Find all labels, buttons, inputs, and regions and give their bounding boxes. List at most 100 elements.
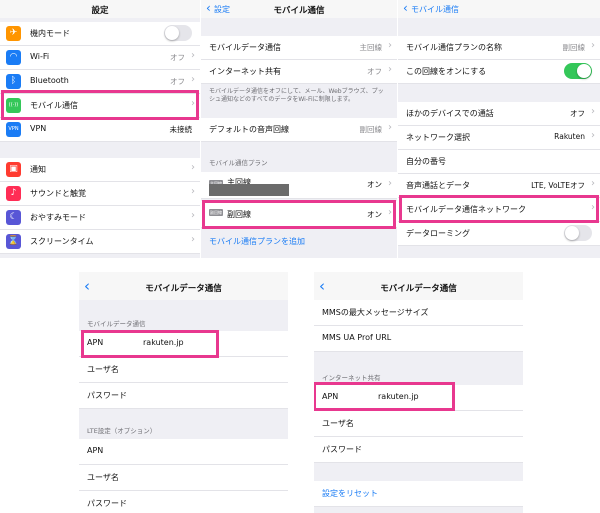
- mms-ua-row[interactable]: MMS UA Prof URL: [314, 326, 523, 352]
- chevron-right-icon: ›: [591, 40, 595, 51]
- apn-label: APN: [87, 446, 104, 455]
- airplane-icon: ✈: [6, 26, 21, 41]
- row-value: LTE, VoLTEオフ: [531, 181, 585, 190]
- row-value: 主回線: [359, 43, 383, 52]
- settings-panel: 設定 ✈ 機内モード ◠ Wi-Fi オフ › ᛒ Bluetooth オフ ›…: [0, 0, 200, 258]
- page-title: 設定: [91, 6, 109, 16]
- row-label: Wi-Fi: [30, 52, 50, 61]
- my-number-row[interactable]: 自分の番号: [398, 150, 600, 174]
- lte-password-field-row[interactable]: パスワード: [79, 491, 288, 513]
- chevron-right-icon: ›: [191, 162, 195, 173]
- row-label: おやすみモード: [30, 213, 86, 222]
- row-label: サウンドと触覚: [30, 189, 86, 198]
- password-label: パスワード: [322, 445, 362, 454]
- mms-ua-label: MMS UA Prof URL: [322, 333, 392, 342]
- chevron-right-icon: ›: [388, 64, 392, 75]
- password-label: パスワード: [87, 391, 127, 400]
- reset-settings-link[interactable]: 設定をリセット: [322, 488, 378, 499]
- lte-apn-field-row[interactable]: APN: [79, 439, 288, 465]
- screen-time-row[interactable]: ⌛ スクリーンタイム ›: [0, 230, 200, 254]
- hotspot-password-row[interactable]: パスワード: [314, 437, 523, 463]
- calls-other-devices-row[interactable]: ほかのデバイスでの通話 オフ ›: [398, 102, 600, 126]
- default-voice-line-row[interactable]: デフォルトの音声回線 副回線 ›: [201, 118, 397, 142]
- bluetooth-icon: ᛒ: [6, 74, 21, 89]
- do-not-disturb-row[interactable]: ☾ おやすみモード ›: [0, 206, 200, 230]
- chevron-right-icon: ›: [191, 186, 195, 197]
- airplane-mode-toggle[interactable]: [164, 25, 192, 41]
- chevron-right-icon: ›: [191, 50, 195, 61]
- row-label: 音声通話とデータ: [406, 181, 470, 190]
- personal-hotspot-row[interactable]: インターネット共有 オフ ›: [201, 60, 397, 84]
- chevron-right-icon: ›: [191, 210, 195, 221]
- row-value: Rakuten: [554, 132, 585, 141]
- highlight-apn: [81, 330, 219, 358]
- row-label: 自分の番号: [406, 157, 446, 166]
- chevron-left-icon: ‹: [403, 1, 408, 15]
- cellular-header: ‹ 設定 モバイル通信: [201, 0, 397, 18]
- password-label: パスワード: [87, 499, 127, 508]
- row-value: オン: [367, 180, 382, 189]
- highlight-secondary-line: [202, 200, 396, 229]
- row-label: ほかのデバイスでの通話: [406, 109, 494, 118]
- row-value: オフ: [570, 109, 585, 118]
- airplane-mode-row[interactable]: ✈ 機内モード: [0, 22, 200, 46]
- vpn-icon: VPN: [6, 122, 21, 137]
- cellular-panel: ‹ 設定 モバイル通信 モバイルデータ通信 主回線 › インターネット共有 オフ…: [201, 0, 397, 258]
- cellular-data-row[interactable]: モバイルデータ通信 主回線 ›: [201, 36, 397, 60]
- username-field-row[interactable]: ユーザ名: [79, 357, 288, 383]
- apn-header: ‹ モバイルデータ通信: [79, 272, 288, 300]
- mms-size-row[interactable]: MMSの最大メッセージサイズ: [314, 300, 523, 326]
- reset-settings-row[interactable]: 設定をリセット: [314, 481, 523, 507]
- chevron-right-icon: ›: [388, 178, 392, 189]
- row-label: データローミング: [406, 229, 470, 238]
- data-roaming-toggle[interactable]: [564, 225, 592, 241]
- settings-header: 設定: [0, 0, 200, 18]
- row-label: デフォルトの音声回線: [209, 125, 289, 134]
- username-label: ユーザ名: [87, 473, 119, 482]
- add-plan-link[interactable]: モバイル通信プランを追加: [209, 236, 305, 247]
- plan-name-row[interactable]: モバイル通信プランの名称 副回線 ›: [398, 36, 600, 60]
- chevron-right-icon: ›: [591, 178, 595, 189]
- row-label: この回線をオンにする: [406, 67, 487, 76]
- row-label: 機内モード: [30, 29, 70, 38]
- row-value: 未接続: [169, 125, 193, 134]
- vpn-row[interactable]: VPN VPN 未接続: [0, 118, 200, 142]
- data-roaming-row: データローミング: [398, 222, 600, 246]
- password-field-row[interactable]: パスワード: [79, 383, 288, 409]
- highlight-hotspot-apn: [314, 382, 455, 411]
- turn-on-line-row: この回線をオンにする: [398, 60, 600, 84]
- highlight-mobile-data: [1, 90, 199, 120]
- line-detail-panel: ‹ モバイル通信 モバイル通信プランの名称 副回線 › この回線をオンにする ほ…: [398, 0, 600, 258]
- wifi-icon: ◠: [6, 50, 21, 65]
- row-value: オフ: [170, 53, 185, 62]
- row-label: モバイルデータ通信: [209, 43, 281, 52]
- username-label: ユーザ名: [87, 365, 119, 374]
- apn-hotspot-header: ‹ モバイルデータ通信: [314, 272, 523, 300]
- lte-username-field-row[interactable]: ユーザ名: [79, 465, 288, 491]
- page-title: モバイルデータ通信: [145, 284, 222, 294]
- chevron-right-icon: ›: [191, 234, 195, 245]
- apn-panel: ‹ モバイルデータ通信 モバイルデータ通信 APN rakuten.jp ユーザ…: [79, 272, 288, 513]
- line-detail-header: ‹ モバイル通信: [398, 0, 600, 18]
- plans-section-header: モバイル通信プラン: [209, 159, 268, 167]
- chevron-right-icon: ›: [191, 74, 195, 85]
- notifications-row[interactable]: ▣ 通知 ›: [0, 158, 200, 182]
- row-value: オフ: [170, 77, 185, 86]
- section-header: LTE設定（オプション）: [87, 427, 157, 435]
- row-value: オフ: [367, 67, 382, 76]
- row-label: ネットワーク選択: [406, 133, 470, 142]
- row-value: 副回線: [359, 125, 383, 134]
- hotspot-username-row[interactable]: ユーザ名: [314, 411, 523, 437]
- chevron-right-icon: ›: [591, 106, 595, 117]
- wifi-row[interactable]: ◠ Wi-Fi オフ ›: [0, 46, 200, 70]
- username-label: ユーザ名: [322, 419, 354, 428]
- row-value: 副回線: [562, 43, 586, 52]
- sounds-row[interactable]: ♪ サウンドと触覚 ›: [0, 182, 200, 206]
- turn-on-line-toggle[interactable]: [564, 63, 592, 79]
- section-header: モバイルデータ通信: [87, 320, 146, 328]
- moon-icon: ☾: [6, 210, 21, 225]
- back-button[interactable]: ‹ モバイル通信: [403, 1, 459, 15]
- section-header: インターネット共有: [322, 374, 381, 382]
- hourglass-icon: ⌛: [6, 234, 21, 249]
- network-selection-row[interactable]: ネットワーク選択 Rakuten ›: [398, 126, 600, 150]
